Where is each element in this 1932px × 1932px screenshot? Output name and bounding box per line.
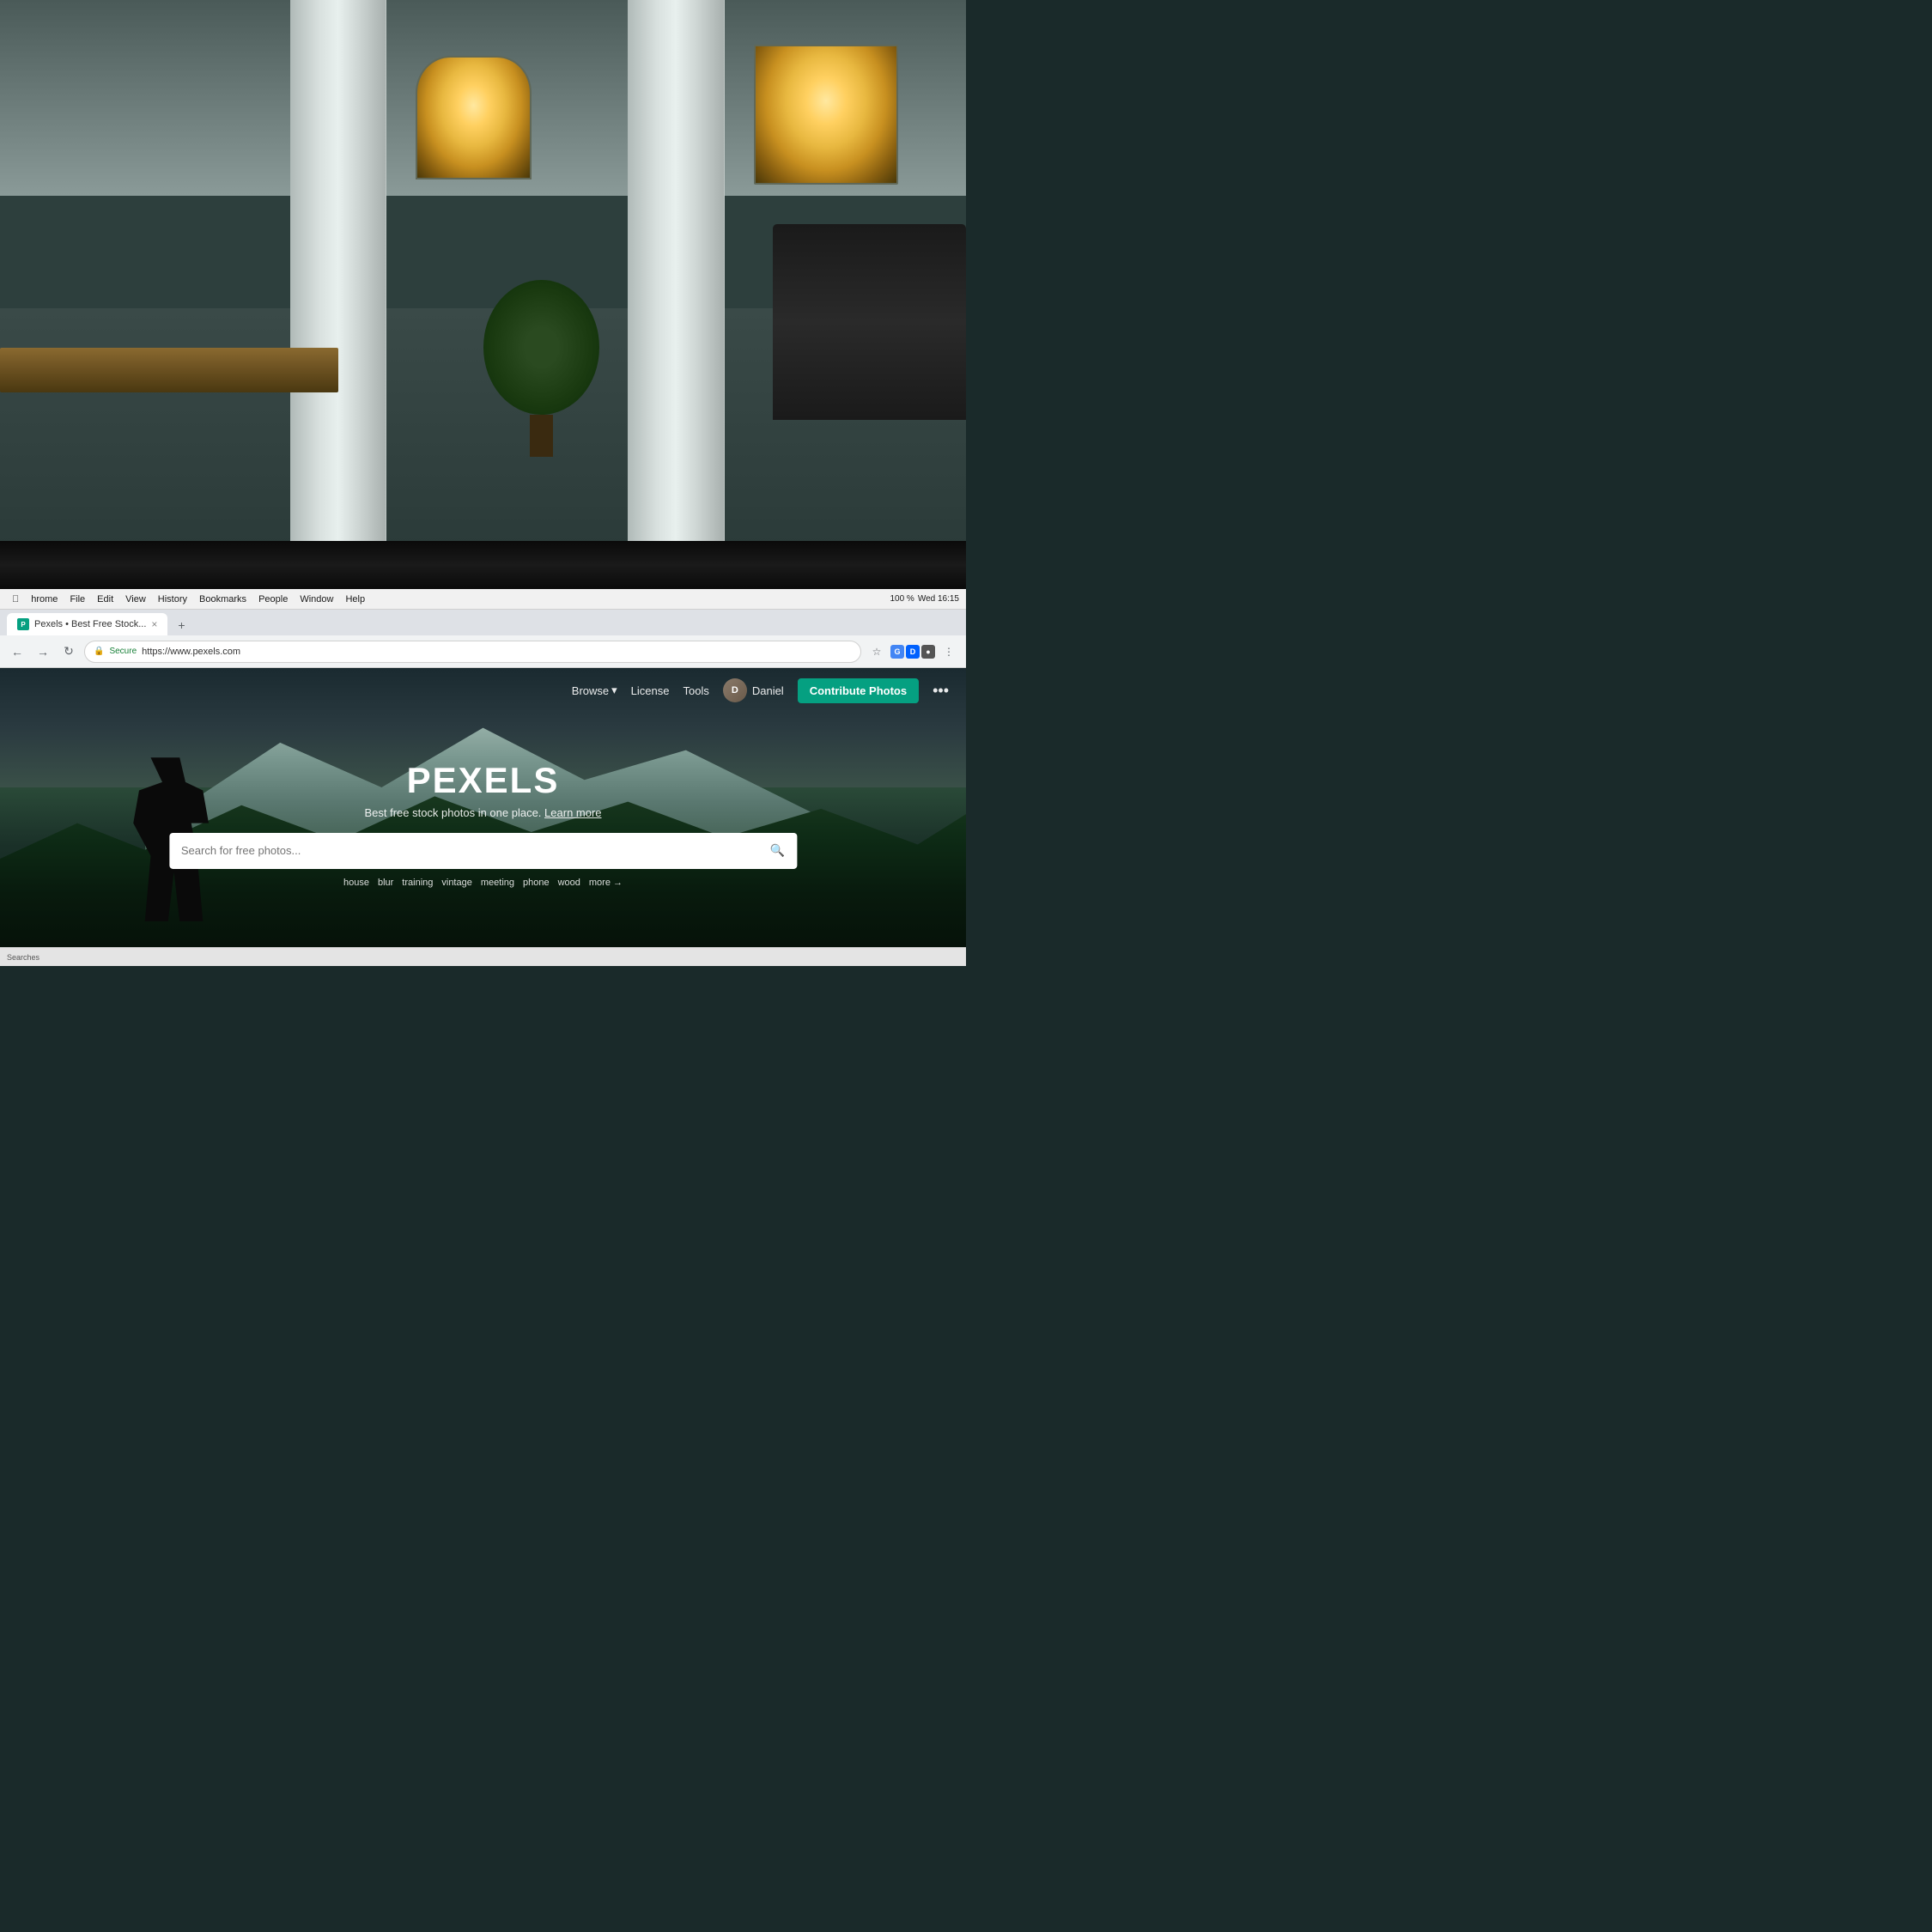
menu-people[interactable]: People bbox=[253, 592, 293, 606]
pexels-hero: Browse ▾ License Tools D Daniel Contribu… bbox=[0, 668, 966, 966]
secure-label: Secure bbox=[109, 647, 137, 656]
active-tab[interactable]: P Pexels • Best Free Stock... × bbox=[7, 613, 167, 635]
pexels-hero-content: PEXELS Best free stock photos in one pla… bbox=[169, 760, 797, 888]
browse-link[interactable]: Browse ▾ bbox=[572, 683, 617, 697]
pexels-navbar: Browse ▾ License Tools D Daniel Contribu… bbox=[0, 668, 966, 713]
ext-icon-1[interactable]: G bbox=[890, 645, 904, 659]
suggestion-meeting[interactable]: meeting bbox=[481, 878, 514, 888]
tab-label: Pexels • Best Free Stock... bbox=[34, 619, 146, 629]
pexels-tagline: Best free stock photos in one place. Lea… bbox=[169, 806, 797, 819]
user-avatar[interactable]: D bbox=[723, 678, 747, 702]
plant-leaves bbox=[483, 280, 599, 415]
back-icon: ← bbox=[11, 645, 23, 659]
status-label: Searches bbox=[7, 953, 39, 962]
office-pillar-right bbox=[628, 0, 725, 561]
chrome-more-button[interactable]: ⋮ bbox=[939, 641, 959, 662]
ext-icon-3[interactable]: ● bbox=[921, 645, 935, 659]
browse-arrow-icon: ▾ bbox=[611, 683, 617, 697]
license-link[interactable]: License bbox=[631, 684, 670, 697]
menu-edit[interactable]: Edit bbox=[92, 592, 118, 606]
battery-icon: 100 % bbox=[890, 594, 914, 604]
pexels-website: Browse ▾ License Tools D Daniel Contribu… bbox=[0, 668, 966, 966]
pexels-search-icon: 🔍 bbox=[770, 843, 785, 858]
bookmark-button[interactable]: ☆ bbox=[866, 641, 887, 662]
suggestion-house[interactable]: house bbox=[343, 878, 369, 888]
suggestion-phone[interactable]: phone bbox=[523, 878, 550, 888]
suggestion-vintage[interactable]: vintage bbox=[441, 878, 471, 888]
office-pillar-left bbox=[290, 0, 387, 561]
office-plant bbox=[483, 280, 599, 448]
mac-menu-bar:  hrome File Edit View History Bookmarks… bbox=[0, 589, 966, 610]
chrome-toolbar: ← → ↻ 🔒 Secure https://www.pexels.com ☆ … bbox=[0, 635, 966, 668]
pexels-logo: PEXELS bbox=[169, 760, 797, 801]
tools-link[interactable]: Tools bbox=[683, 684, 708, 697]
contribute-photos-button[interactable]: Contribute Photos bbox=[798, 678, 919, 703]
menu-apple[interactable]:  bbox=[7, 592, 24, 606]
pexels-suggestions: house blur training vintage meeting phon… bbox=[169, 878, 797, 888]
office-background bbox=[0, 0, 966, 561]
forward-button[interactable]: → bbox=[33, 641, 53, 662]
back-button[interactable]: ← bbox=[7, 641, 27, 662]
pexels-search-input[interactable] bbox=[181, 844, 763, 857]
tab-close-icon[interactable]: × bbox=[151, 618, 157, 630]
suggestion-wood[interactable]: wood bbox=[558, 878, 580, 888]
tab-bar: P Pexels • Best Free Stock... × + bbox=[0, 610, 966, 635]
pexels-nav-links: Browse ▾ License Tools D Daniel Contribu… bbox=[572, 678, 949, 703]
system-icons: 100 % Wed 16:15 bbox=[890, 594, 959, 604]
menu-file[interactable]: File bbox=[64, 592, 90, 606]
learn-more-link[interactable]: Learn more bbox=[544, 806, 601, 819]
tab-favicon: P bbox=[17, 618, 29, 630]
refresh-icon: ↻ bbox=[64, 644, 74, 659]
office-window-2 bbox=[754, 45, 899, 185]
menu-bookmarks[interactable]: Bookmarks bbox=[194, 592, 252, 606]
monitor-bezel bbox=[0, 541, 966, 589]
address-bar[interactable]: 🔒 Secure https://www.pexels.com bbox=[84, 641, 861, 663]
bookmark-icon: ☆ bbox=[872, 646, 882, 658]
browser-actions: ☆ G D ● ⋮ bbox=[866, 641, 959, 662]
url-text: https://www.pexels.com bbox=[142, 647, 240, 657]
clock: Wed 16:15 bbox=[918, 594, 959, 604]
ext-icon-2[interactable]: D bbox=[906, 645, 920, 659]
menu-help[interactable]: Help bbox=[340, 592, 370, 606]
suggestion-more[interactable]: more → bbox=[589, 878, 623, 888]
menu-window[interactable]: Window bbox=[295, 592, 338, 606]
extension-icons: G D ● bbox=[890, 645, 935, 659]
office-window-1 bbox=[416, 56, 532, 179]
pexels-search-bar: 🔍 bbox=[169, 833, 797, 869]
menu-history[interactable]: History bbox=[153, 592, 192, 606]
new-tab-button[interactable]: + bbox=[171, 615, 191, 635]
chrome-more-icon: ⋮ bbox=[944, 646, 954, 658]
menu-view[interactable]: View bbox=[120, 592, 151, 606]
user-section: D Daniel bbox=[723, 678, 784, 702]
menu-chrome[interactable]: hrome bbox=[26, 592, 63, 606]
forward-icon: → bbox=[37, 645, 49, 659]
menu-items:  hrome File Edit View History Bookmarks… bbox=[7, 592, 370, 606]
suggestion-training[interactable]: training bbox=[402, 878, 433, 888]
office-table bbox=[0, 348, 338, 392]
browser-window:  hrome File Edit View History Bookmarks… bbox=[0, 589, 966, 966]
refresh-button[interactable]: ↻ bbox=[58, 641, 79, 662]
username-label[interactable]: Daniel bbox=[752, 684, 784, 697]
lock-icon: 🔒 bbox=[94, 647, 104, 656]
suggestion-blur[interactable]: blur bbox=[378, 878, 393, 888]
pexels-more-button[interactable]: ••• bbox=[933, 682, 949, 700]
office-chair bbox=[773, 224, 966, 420]
plant-stem bbox=[530, 415, 553, 457]
status-bar: Searches bbox=[0, 947, 966, 966]
